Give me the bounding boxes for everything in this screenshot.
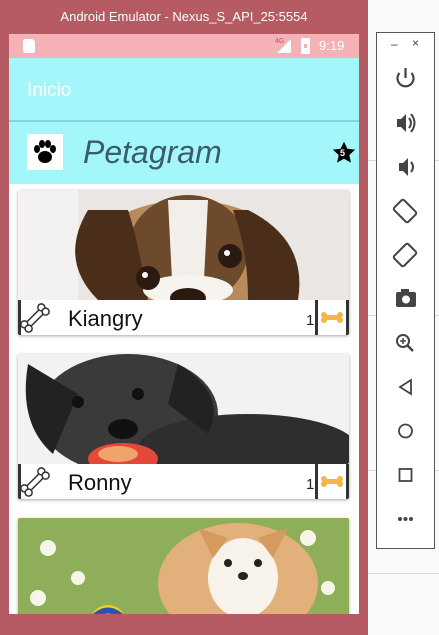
pet-name: Kiangry <box>68 306 143 331</box>
rotate-right-icon[interactable] <box>377 237 434 273</box>
pet-card[interactable]: Ronny 1 <box>18 354 349 499</box>
bone-outline-icon[interactable] <box>18 464 50 499</box>
app-toolbar: Inicio <box>9 58 359 120</box>
bone-outline-icon[interactable] <box>18 300 50 335</box>
close-button[interactable]: × <box>412 36 419 50</box>
app-name: Petagram <box>83 134 222 170</box>
network-badge: 4G <box>275 38 285 45</box>
power-icon[interactable] <box>377 61 434 97</box>
pet-photo <box>18 190 349 300</box>
home-icon[interactable] <box>377 413 434 449</box>
pet-name: Ronny <box>68 470 132 495</box>
background-divider <box>360 573 439 574</box>
rotate-left-icon[interactable] <box>377 193 434 229</box>
bone-filled-icon <box>315 464 349 499</box>
pet-card-footer: Kiangry 1 <box>18 300 349 335</box>
status-bar: 4G 9:19 <box>9 34 359 58</box>
volume-down-icon[interactable] <box>377 149 434 185</box>
battery-icon <box>301 38 310 54</box>
paw-logo-icon <box>27 134 63 170</box>
status-time: 9:19 <box>319 38 345 53</box>
emulator-side-toolbar: – × <box>376 32 435 549</box>
pet-likes-count: 1 <box>306 312 315 329</box>
zoom-icon[interactable] <box>377 325 434 361</box>
minimize-button[interactable]: – <box>391 37 398 51</box>
pet-card-footer: Ronny 1 <box>18 464 349 499</box>
pet-card[interactable] <box>18 518 349 614</box>
favorites-count: 5 <box>340 148 346 158</box>
emulator-window: Android Emulator - Nexus_S_API_25:5554 4… <box>0 0 368 635</box>
overview-icon[interactable] <box>377 457 434 493</box>
back-icon[interactable] <box>377 369 434 405</box>
toolbar-title: Inicio <box>27 80 72 101</box>
sd-card-icon <box>23 39 35 53</box>
window-title: Android Emulator - Nexus_S_API_25:5554 <box>60 9 308 24</box>
pet-likes-count: 1 <box>306 476 315 493</box>
pet-photo <box>18 518 349 614</box>
bone-filled-icon <box>315 300 349 335</box>
pet-card[interactable]: Kiangry 1 <box>18 190 349 335</box>
action-bar: Petagram 5 <box>9 122 359 184</box>
pet-list[interactable]: Kiangry 1 Ronny 1 <box>9 184 359 614</box>
more-icon[interactable] <box>377 501 434 537</box>
pet-photo <box>18 354 349 464</box>
device-screen: 4G 9:19 Inicio Petagram 5 Kiangry 1 Ronn… <box>9 34 359 614</box>
camera-icon[interactable] <box>377 281 434 317</box>
volume-up-icon[interactable] <box>377 105 434 141</box>
